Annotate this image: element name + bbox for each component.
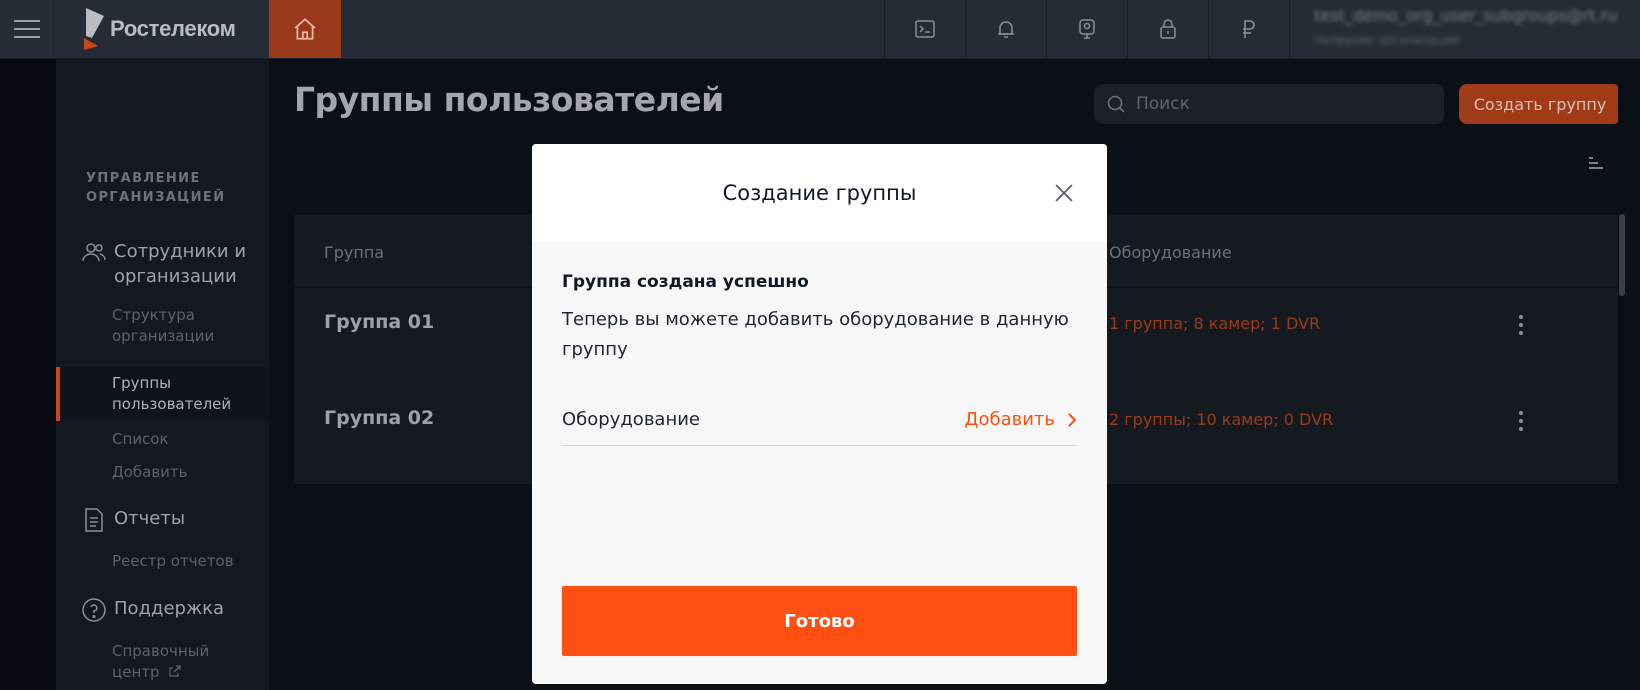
create-group-button[interactable]: Создать группу xyxy=(1459,84,1621,124)
security-button[interactable] xyxy=(1127,0,1208,58)
add-equipment-link[interactable]: Добавить xyxy=(964,409,1077,430)
dialog-title: Создание группы xyxy=(722,181,917,205)
terminal-button[interactable] xyxy=(884,0,965,58)
column-header-equipment[interactable]: Оборудование xyxy=(1109,243,1232,262)
top-header: Ростелеком test_demo_org_user_subgroups@… xyxy=(0,0,1640,59)
chevron-right-icon xyxy=(1068,412,1077,427)
more-icon[interactable] xyxy=(1519,315,1525,335)
home-button[interactable] xyxy=(269,0,341,58)
sidebar-item-help-center[interactable]: Справочный центр xyxy=(112,641,232,683)
sidebar-item-reports-registry[interactable]: Реестр отчетов xyxy=(112,551,262,572)
camera-icon xyxy=(1079,19,1095,39)
close-icon[interactable] xyxy=(1053,182,1075,204)
column-header-group[interactable]: Группа xyxy=(324,243,384,262)
user-name: test_demo_org_user_subgroups@rt.ru xyxy=(1314,6,1618,25)
camera-button[interactable] xyxy=(1046,0,1127,58)
rostelecom-logo-icon xyxy=(84,8,104,50)
group-equipment[interactable]: 1 группа; 8 камер; 1 DVR xyxy=(1109,314,1320,333)
search-icon xyxy=(1107,95,1125,113)
sort-icon[interactable] xyxy=(1587,155,1605,171)
sidebar-item-structure[interactable]: Структура организации xyxy=(112,305,262,347)
success-title: Группа создана успешно xyxy=(562,272,809,292)
users-icon xyxy=(82,243,106,262)
success-message: Теперь вы можете добавить оборудование в… xyxy=(562,309,1069,360)
equipment-label: Оборудование xyxy=(562,409,700,430)
search-box[interactable] xyxy=(1094,84,1444,124)
notifications-button[interactable] xyxy=(965,0,1046,58)
user-org: Название организации xyxy=(1314,33,1460,47)
add-equipment-label: Добавить xyxy=(964,409,1055,430)
terminal-icon xyxy=(915,20,935,38)
scrollbar-thumb[interactable] xyxy=(1619,214,1625,296)
create-group-dialog: Создание группы Группа создана успешно Т… xyxy=(532,144,1107,684)
equipment-row: Оборудование Добавить xyxy=(562,394,1077,446)
document-icon xyxy=(85,508,103,532)
sidebar-item-reports[interactable]: Отчеты xyxy=(80,506,265,534)
dialog-header: Создание группы xyxy=(532,144,1107,242)
scrollbar-track[interactable] xyxy=(1618,59,1628,690)
ruble-icon xyxy=(1243,20,1255,38)
group-equipment[interactable]: 2 группы; 10 камер; 0 DVR xyxy=(1109,410,1333,429)
sidebar-item-list[interactable]: Список xyxy=(112,429,262,450)
sidebar-section-title: Управление организацией xyxy=(86,171,226,205)
billing-button[interactable] xyxy=(1208,0,1289,58)
sidebar-item-label: Поддержка xyxy=(114,598,225,619)
sidebar-item-label: Отчеты xyxy=(114,508,186,529)
more-icon[interactable] xyxy=(1519,411,1525,431)
lock-icon xyxy=(1160,19,1176,39)
left-rail xyxy=(0,59,56,690)
sidebar-item-user-groups[interactable]: Группы пользователей xyxy=(112,373,262,415)
hamburger-icon xyxy=(13,17,40,41)
sidebar-item-add[interactable]: Добавить xyxy=(112,462,262,483)
menu-button[interactable] xyxy=(0,0,54,58)
bell-icon xyxy=(998,21,1014,38)
help-icon xyxy=(82,598,106,622)
search-input[interactable] xyxy=(1136,94,1416,114)
user-menu[interactable]: test_demo_org_user_subgroups@rt.ru Назва… xyxy=(1289,0,1640,58)
sidebar: Управление организацией Сотрудники и орг… xyxy=(56,59,269,690)
done-button[interactable]: Готово xyxy=(562,586,1077,656)
sidebar-item-label: Сотрудники и организации xyxy=(114,241,247,287)
brand-name: Ростелеком xyxy=(110,16,236,41)
group-name: Группа 02 xyxy=(324,407,435,429)
group-name: Группа 01 xyxy=(324,311,435,333)
external-link-icon xyxy=(169,665,181,677)
sidebar-item-support[interactable]: Поддержка xyxy=(80,596,265,624)
home-icon xyxy=(294,18,316,40)
logo[interactable]: Ростелеком xyxy=(54,0,269,58)
sidebar-item-employees[interactable]: Сотрудники и организации xyxy=(80,239,265,289)
page-title: Группы пользователей xyxy=(294,80,724,119)
sidebar-item-label: Справочный центр xyxy=(112,642,210,681)
